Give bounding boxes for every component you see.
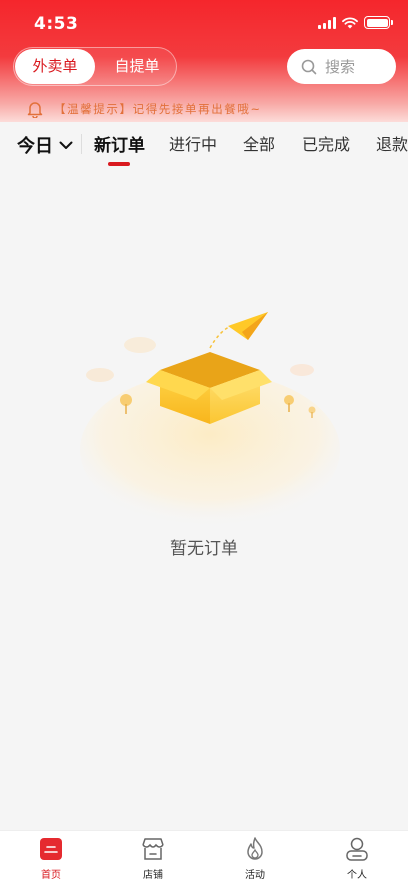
nav-profile-label: 个人 xyxy=(347,870,367,881)
person-icon xyxy=(344,836,370,862)
status-bar: 4:53 xyxy=(0,0,408,46)
tab-divider xyxy=(81,134,82,154)
nav-home-label: 首页 xyxy=(41,870,61,881)
tab-refund[interactable]: 退款 xyxy=(376,131,408,155)
tab-new-orders[interactable]: 新订单 xyxy=(94,131,145,156)
day-selector[interactable]: 今日 xyxy=(17,132,73,158)
notice-bar: 【温馨提示】记得先接单再出餐哦~ xyxy=(0,96,408,122)
header: 4:53 外卖单 自提单 搜索 【温馨提示】记得先接单再出餐哦~ xyxy=(0,0,408,126)
flame-icon xyxy=(242,836,268,862)
empty-box-illustration xyxy=(80,312,340,528)
nav-activity[interactable]: 活动 xyxy=(204,831,306,883)
nav-activity-label: 活动 xyxy=(245,870,265,881)
store-icon xyxy=(140,836,166,862)
segment-pickup[interactable]: 自提单 xyxy=(98,48,176,85)
search-icon xyxy=(301,59,317,74)
nav-store-label: 店铺 xyxy=(143,870,163,881)
order-filter-tabs: 今日 新订单 进行中 全部 已完成 退款 xyxy=(0,122,408,168)
home-icon xyxy=(38,836,64,862)
bell-icon xyxy=(27,102,43,118)
search-placeholder: 搜索 xyxy=(325,58,356,76)
empty-state-text: 暂无订单 xyxy=(170,539,238,559)
status-icons xyxy=(318,16,393,29)
chevron-down-icon xyxy=(59,141,73,149)
segment-delivery[interactable]: 外卖单 xyxy=(15,49,95,84)
status-time: 4:53 xyxy=(34,14,79,34)
bottom-nav: 首页 店铺 活动 个人 xyxy=(0,830,408,883)
notice-text: 【温馨提示】记得先接单再出餐哦~ xyxy=(54,102,262,116)
order-type-segment: 外卖单 自提单 xyxy=(13,47,177,86)
tab-in-progress[interactable]: 进行中 xyxy=(169,131,217,155)
nav-home[interactable]: 首页 xyxy=(0,831,102,883)
nav-profile[interactable]: 个人 xyxy=(306,831,408,883)
tab-all[interactable]: 全部 xyxy=(243,131,275,155)
wifi-icon xyxy=(342,16,358,28)
nav-store[interactable]: 店铺 xyxy=(102,831,204,883)
tab-completed[interactable]: 已完成 xyxy=(302,131,350,155)
search-box[interactable]: 搜索 xyxy=(287,49,396,84)
cellular-signal-icon xyxy=(318,16,336,29)
battery-icon xyxy=(364,16,393,29)
day-selector-label: 今日 xyxy=(17,136,53,157)
active-tab-indicator xyxy=(108,162,130,166)
